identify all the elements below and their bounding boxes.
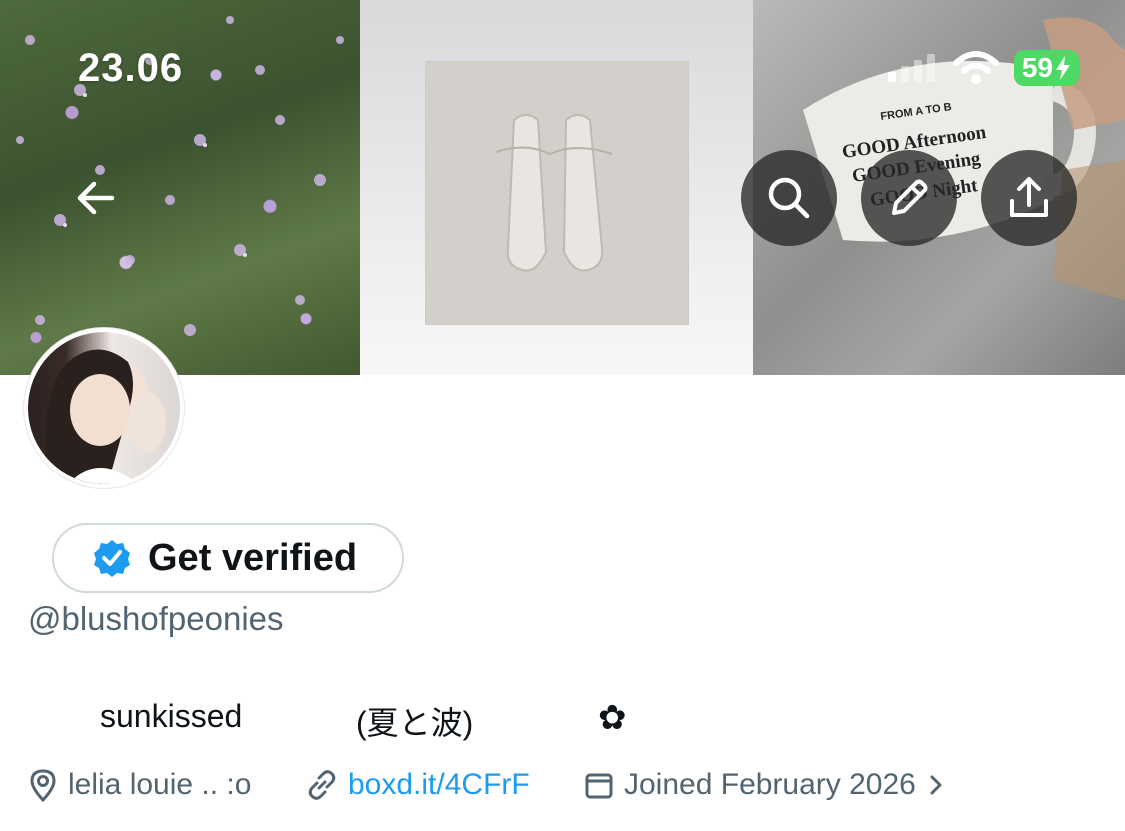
battery-level: 59 bbox=[1021, 52, 1053, 83]
bio-text-2: (夏と波) bbox=[356, 705, 474, 741]
ballet-shoes-card bbox=[426, 62, 688, 324]
back-arrow-icon bbox=[77, 181, 115, 215]
back-button[interactable] bbox=[48, 150, 144, 246]
chevron-right-icon bbox=[930, 775, 942, 795]
pencil-icon bbox=[892, 179, 928, 215]
avatar-illustration bbox=[45, 349, 166, 484]
profile-avatar[interactable] bbox=[24, 328, 184, 488]
bio-text-1: sunkissed bbox=[100, 698, 243, 734]
status-time: 23.06 bbox=[78, 46, 184, 90]
status-icons: 59 bbox=[886, 50, 1079, 86]
website-link[interactable]: boxd.it/4CFrF bbox=[348, 768, 530, 802]
calendar-icon bbox=[585, 773, 613, 799]
charging-bolt-icon bbox=[1056, 56, 1070, 80]
header-image-ballet-shoes bbox=[360, 0, 753, 375]
location-pin-icon bbox=[30, 769, 56, 802]
search-button[interactable] bbox=[741, 150, 837, 246]
battery-indicator: 59 bbox=[1013, 50, 1079, 86]
search-icon bbox=[768, 177, 810, 219]
share-icon bbox=[1010, 177, 1048, 217]
join-date-text: Joined February 2026 bbox=[624, 768, 916, 801]
bio-flower-symbol: ✿ bbox=[598, 699, 627, 737]
profile-website[interactable]: boxd.it/4CFrF bbox=[306, 768, 530, 802]
profile-handle: @blushofpeonies bbox=[28, 600, 284, 637]
verified-badge-icon bbox=[94, 540, 130, 577]
wifi-icon bbox=[952, 51, 999, 84]
avatar-photo bbox=[28, 332, 180, 484]
profile-header-banner[interactable]: FROM A TO B GOOD Afternoon GOOD Evening … bbox=[0, 0, 1125, 375]
location-text: lelia louie .. :o bbox=[68, 768, 252, 801]
edit-button[interactable] bbox=[861, 150, 957, 246]
get-verified-button[interactable]: Get verified bbox=[52, 523, 404, 593]
ballet-shoes-illustration bbox=[495, 114, 613, 272]
get-verified-label: Get verified bbox=[148, 536, 358, 579]
profile-location: lelia louie .. :o bbox=[28, 768, 251, 802]
profile-join-date[interactable]: Joined February 2026 bbox=[584, 768, 946, 802]
cellular-signal-icon bbox=[887, 54, 935, 82]
share-button[interactable] bbox=[981, 150, 1077, 246]
link-icon bbox=[308, 770, 336, 800]
